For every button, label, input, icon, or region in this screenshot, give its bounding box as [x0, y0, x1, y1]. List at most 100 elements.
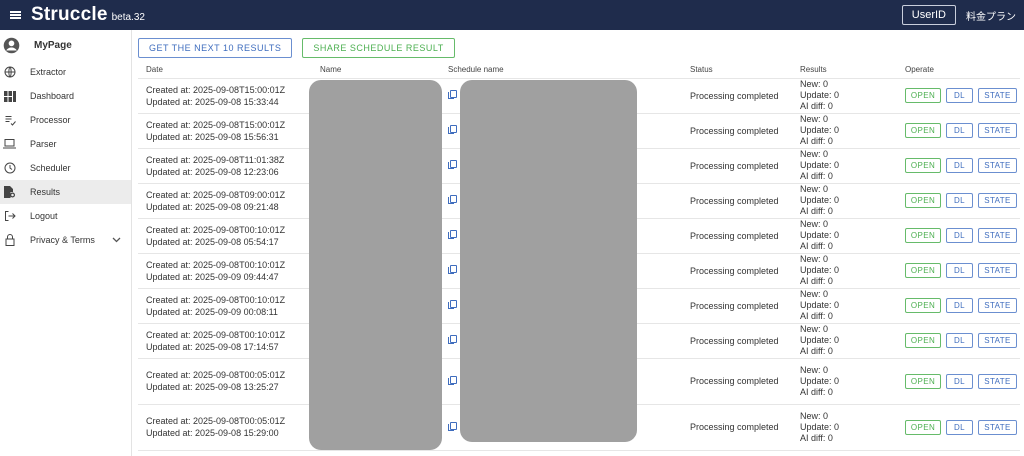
- userid-button[interactable]: UserID: [901, 5, 956, 25]
- lock-icon: [3, 234, 16, 247]
- status-cell: Processing completed: [682, 113, 792, 149]
- download-button[interactable]: DL: [946, 228, 973, 243]
- download-button[interactable]: DL: [946, 123, 973, 138]
- results-cell: New: 0 Update: 0 AI diff: 0: [792, 288, 897, 324]
- state-button[interactable]: STATE: [978, 123, 1017, 138]
- open-button[interactable]: OPEN: [905, 419, 941, 435]
- copy-icon[interactable]: [448, 265, 457, 274]
- sidebar-item-label: Logout: [30, 211, 58, 221]
- open-button[interactable]: OPEN: [905, 158, 941, 173]
- state-button[interactable]: STATE: [978, 298, 1017, 313]
- sidebar-item-results[interactable]: Results: [0, 180, 131, 204]
- results-cell: New: 0 Update: 0 AI diff: 0: [792, 148, 897, 184]
- operate-cell: OPEN DL STATE: [897, 183, 1020, 219]
- download-button[interactable]: DL: [946, 158, 973, 173]
- copy-icon[interactable]: [448, 230, 457, 239]
- download-button[interactable]: DL: [946, 263, 973, 278]
- sidebar-item-extractor[interactable]: Extractor: [0, 60, 131, 84]
- status-cell: Processing completed: [682, 218, 792, 254]
- download-button[interactable]: DL: [946, 419, 973, 435]
- sidebar-item-privacy-terms[interactable]: Privacy & Terms: [0, 228, 131, 252]
- sidebar-item-scheduler[interactable]: Scheduler: [0, 156, 131, 180]
- open-button[interactable]: OPEN: [905, 298, 941, 313]
- download-button[interactable]: DL: [946, 193, 973, 208]
- updated-at: Updated at: 2025-09-09 09:44:47: [146, 271, 279, 282]
- hamburger-menu-icon[interactable]: [0, 0, 30, 30]
- open-button[interactable]: OPEN: [905, 333, 941, 348]
- col-header-operate: Operate: [897, 62, 1020, 79]
- state-button[interactable]: STATE: [978, 333, 1017, 348]
- result-new: New: 0: [800, 364, 829, 375]
- result-update: Update: 0: [800, 90, 840, 100]
- result-ai-diff: AI diff: 0: [800, 241, 833, 251]
- download-button[interactable]: DL: [946, 333, 973, 348]
- copy-icon[interactable]: [448, 375, 457, 385]
- result-update: Update: 0: [800, 300, 840, 310]
- get-next-results-button[interactable]: GET THE NEXT 10 RESULTS: [138, 38, 293, 58]
- copy-icon[interactable]: [448, 160, 457, 169]
- date-cell: Created at: 2025-09-08T00:05:01Z Updated…: [138, 404, 312, 451]
- top-app-bar: Struccle beta.32 UserID 料金プラン: [0, 0, 1024, 30]
- results-cell: New: 0 Update: 0 AI diff: 0: [792, 113, 897, 149]
- state-button[interactable]: STATE: [978, 193, 1017, 208]
- sidebar-item-dashboard[interactable]: Dashboard: [0, 84, 131, 108]
- result-update: Update: 0: [800, 265, 840, 275]
- sidebar-item-logout[interactable]: Logout: [0, 204, 131, 228]
- open-button[interactable]: OPEN: [905, 228, 941, 243]
- date-cell: Created at: 2025-09-08T00:10:01Z Updated…: [138, 218, 312, 254]
- result-new: New: 0: [800, 254, 829, 264]
- brand-logo[interactable]: Struccle: [31, 4, 108, 26]
- download-button[interactable]: DL: [946, 373, 973, 389]
- state-button[interactable]: STATE: [978, 88, 1017, 103]
- col-header-name: Name: [312, 62, 440, 79]
- operate-cell: OPEN DL STATE: [897, 253, 1020, 289]
- copy-icon[interactable]: [448, 125, 457, 134]
- open-button[interactable]: OPEN: [905, 193, 941, 208]
- result-new: New: 0: [800, 219, 829, 229]
- download-button[interactable]: DL: [946, 88, 973, 103]
- sidebar-item-mypage[interactable]: MyPage: [0, 30, 131, 60]
- logout-icon: [3, 210, 16, 223]
- open-button[interactable]: OPEN: [905, 373, 941, 389]
- copy-icon[interactable]: [448, 195, 457, 204]
- copy-icon[interactable]: [448, 335, 457, 344]
- operate-cell: OPEN DL STATE: [897, 218, 1020, 254]
- sidebar-item-parser[interactable]: Parser: [0, 132, 131, 156]
- sidebar: MyPage Extractor Dashboard Processor Par…: [0, 30, 132, 456]
- result-update: Update: 0: [800, 195, 840, 205]
- updated-at: Updated at: 2025-09-08 13:25:27: [146, 382, 279, 392]
- open-button[interactable]: OPEN: [905, 88, 941, 103]
- sidebar-item-processor[interactable]: Processor: [0, 108, 131, 132]
- date-cell: Created at: 2025-09-08T11:01:38Z Updated…: [138, 148, 312, 184]
- open-button[interactable]: OPEN: [905, 123, 941, 138]
- operate-cell: OPEN DL STATE: [897, 358, 1020, 405]
- state-button[interactable]: STATE: [978, 158, 1017, 173]
- created-at: Created at: 2025-09-08T15:00:01Z: [146, 84, 286, 95]
- share-schedule-result-button[interactable]: SHARE SCHEDULE RESULT: [302, 38, 455, 58]
- created-at: Created at: 2025-09-08T15:00:01Z: [146, 119, 286, 130]
- updated-at: Updated at: 2025-09-08 05:54:17: [146, 236, 279, 247]
- state-button[interactable]: STATE: [978, 263, 1017, 278]
- result-update: Update: 0: [800, 421, 840, 432]
- updated-at: Updated at: 2025-09-08 15:29:00: [146, 428, 279, 438]
- pricing-link[interactable]: 料金プラン: [966, 8, 1016, 23]
- result-new: New: 0: [800, 410, 829, 421]
- account-circle-icon: [3, 37, 20, 54]
- copy-icon[interactable]: [448, 300, 457, 309]
- sidebar-item-label: Dashboard: [30, 91, 75, 101]
- state-button[interactable]: STATE: [978, 419, 1017, 435]
- download-button[interactable]: DL: [946, 298, 973, 313]
- copy-icon[interactable]: [448, 90, 457, 99]
- state-button[interactable]: STATE: [978, 373, 1017, 389]
- updated-at: Updated at: 2025-09-09 00:08:11: [146, 306, 278, 317]
- operate-cell: OPEN DL STATE: [897, 404, 1020, 451]
- operate-cell: OPEN DL STATE: [897, 288, 1020, 324]
- copy-icon[interactable]: [448, 421, 457, 431]
- status-cell: Processing completed: [682, 323, 792, 359]
- globe-icon: [3, 66, 16, 79]
- created-at: Created at: 2025-09-08T09:00:01Z: [146, 189, 286, 200]
- created-at: Created at: 2025-09-08T00:05:01Z: [146, 370, 286, 380]
- state-button[interactable]: STATE: [978, 228, 1017, 243]
- created-at: Created at: 2025-09-08T00:10:01Z: [146, 259, 286, 270]
- open-button[interactable]: OPEN: [905, 263, 941, 278]
